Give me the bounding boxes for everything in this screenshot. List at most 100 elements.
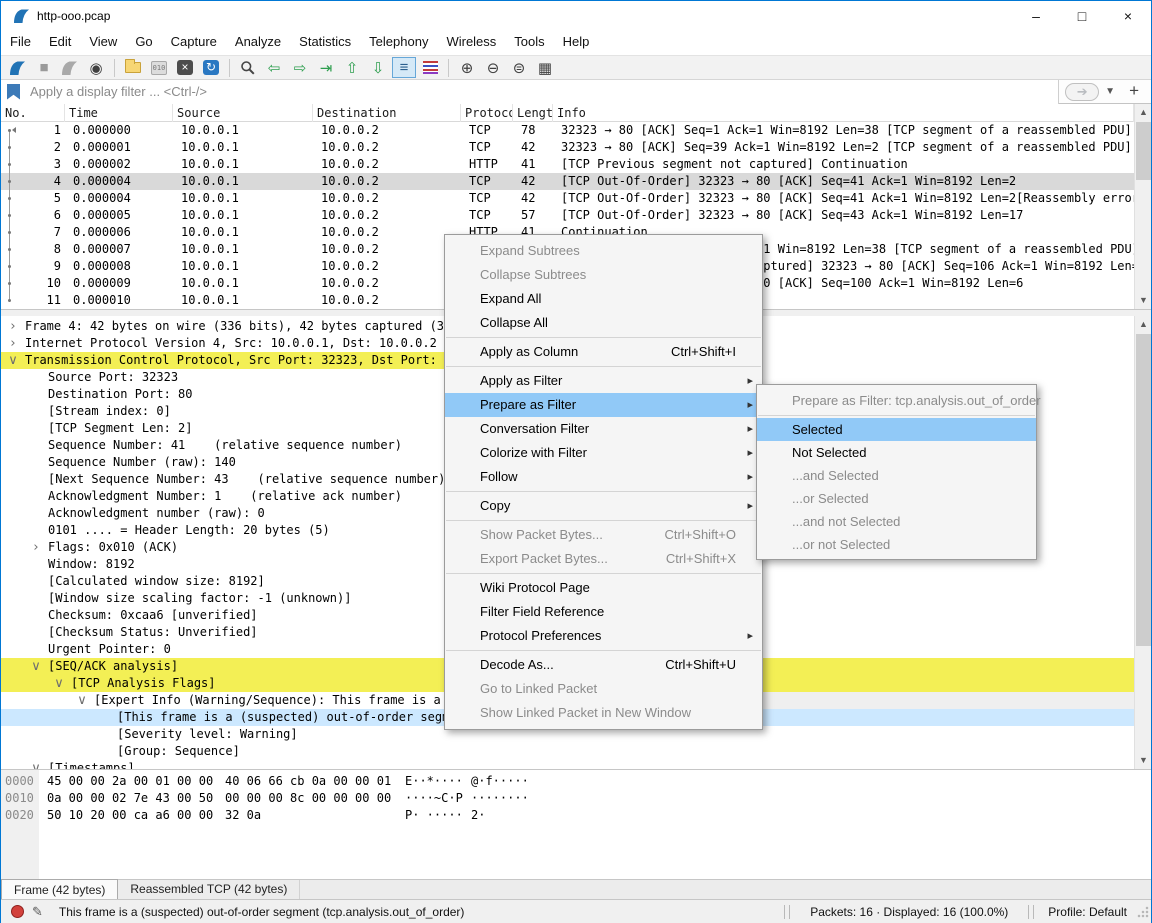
menu-go[interactable]: Go <box>126 31 161 52</box>
column-header-source[interactable]: Source <box>173 104 313 122</box>
save-file-icon[interactable]: 010 <box>147 57 171 78</box>
hex-row[interactable]: 00100a 00 00 02 7e 43 00 5000 00 00 8c 0… <box>1 790 1151 807</box>
display-filter-input[interactable] <box>28 83 1058 100</box>
menu-wireless[interactable]: Wireless <box>437 31 505 52</box>
scroll-up-icon[interactable]: ▲ <box>1135 104 1152 121</box>
filter-add-button[interactable]: + <box>1121 81 1145 103</box>
detail-text: Sequence Number (raw): 140 <box>48 455 236 469</box>
submenu-item-selected[interactable]: Selected <box>757 418 1036 441</box>
column-header-no[interactable]: No. <box>1 104 65 122</box>
zoom-in-icon[interactable]: ⊕ <box>455 57 479 78</box>
packet-row-3[interactable]: 30.00000210.0.0.110.0.0.2HTTP41[TCP Prev… <box>1 156 1136 173</box>
menu-analyze[interactable]: Analyze <box>226 31 290 52</box>
menu-item-apply-as-column[interactable]: Apply as ColumnCtrl+Shift+I <box>445 340 762 364</box>
reload-icon[interactable]: ↻ <box>199 57 223 78</box>
column-header-destination[interactable]: Destination <box>313 104 461 122</box>
hex-row[interactable]: 002050 10 20 00 ca a6 00 0032 0aP· ·····… <box>1 807 1151 824</box>
open-file-icon[interactable] <box>121 57 145 78</box>
packet-row-2[interactable]: 20.00000110.0.0.110.0.0.2TCP4232323 → 80… <box>1 139 1136 156</box>
packet-row-1[interactable]: 10.00000010.0.0.110.0.0.2TCP7832323 → 80… <box>1 122 1136 139</box>
menu-help[interactable]: Help <box>554 31 599 52</box>
filter-apply-arrow-icon[interactable]: ➔ <box>1065 83 1099 101</box>
capture-comment-icon[interactable]: ✎ <box>32 904 43 920</box>
menu-item-protocol-preferences[interactable]: Protocol Preferences▸ <box>445 624 762 648</box>
go-back-icon[interactable]: ⇦ <box>262 57 286 78</box>
scroll-up-icon[interactable]: ▲ <box>1135 316 1152 333</box>
menu-item-follow[interactable]: Follow▸ <box>445 465 762 489</box>
packet-bytes-pane[interactable]: 000045 00 00 2a 00 01 00 0040 06 66 cb 0… <box>1 770 1151 879</box>
menu-item-colorize-with-filter[interactable]: Colorize with Filter▸ <box>445 441 762 465</box>
scrollbar-thumb[interactable] <box>1136 334 1151 646</box>
filter-bookmark-icon[interactable] <box>7 84 20 100</box>
length-cell: 42 <box>513 139 553 156</box>
expanded-chevron-icon[interactable]: ∨ <box>7 352 19 369</box>
close-button[interactable]: × <box>1105 1 1151 31</box>
zoom-original-icon[interactable]: ⊜ <box>507 57 531 78</box>
menu-item-collapse-all[interactable]: Collapse All <box>445 311 762 335</box>
menu-telephony[interactable]: Telephony <box>360 31 437 52</box>
menu-item-copy[interactable]: Copy▸ <box>445 494 762 518</box>
menu-item-apply-as-filter[interactable]: Apply as Filter▸ <box>445 369 762 393</box>
scrollbar-thumb[interactable] <box>1136 122 1151 180</box>
menu-tools[interactable]: Tools <box>505 31 553 52</box>
start-capture-icon[interactable] <box>6 57 30 78</box>
detail-scrollbar[interactable]: ▲ ▼ <box>1134 316 1151 769</box>
go-forward-icon[interactable]: ⇨ <box>288 57 312 78</box>
collapsed-chevron-icon[interactable]: › <box>7 318 19 335</box>
packet-list-scrollbar[interactable]: ▲ ▼ <box>1134 104 1151 309</box>
stop-capture-icon[interactable]: ■ <box>32 57 56 78</box>
collapsed-chevron-icon[interactable]: › <box>7 335 19 352</box>
packet-list-header[interactable]: No.TimeSourceDestinationProtocolLengthIn… <box>1 104 1134 122</box>
menu-file[interactable]: File <box>1 31 40 52</box>
packet-row-6[interactable]: 60.00000510.0.0.110.0.0.2TCP57[TCP Out-O… <box>1 207 1136 224</box>
menu-statistics[interactable]: Statistics <box>290 31 360 52</box>
byte-tab-reassembled[interactable]: Reassembled TCP (42 bytes) <box>118 880 300 900</box>
menu-capture[interactable]: Capture <box>162 31 226 52</box>
filter-dropdown-icon[interactable]: ▼ <box>1099 86 1121 97</box>
packet-row-4[interactable]: 40.00000410.0.0.110.0.0.2TCP42[TCP Out-O… <box>1 173 1136 190</box>
packet-row-5[interactable]: 50.00000410.0.0.110.0.0.2TCP42[TCP Out-O… <box>1 190 1136 207</box>
go-first-packet-icon[interactable]: ⇧ <box>340 57 364 78</box>
display-filter-field[interactable] <box>1 80 1059 104</box>
menu-edit[interactable]: Edit <box>40 31 80 52</box>
menu-item-conversation-filter[interactable]: Conversation Filter▸ <box>445 417 762 441</box>
column-header-protocol[interactable]: Protocol <box>461 104 513 122</box>
maximize-button[interactable]: □ <box>1059 1 1105 31</box>
auto-scroll-icon[interactable]: ≡ <box>392 57 416 78</box>
hex-row[interactable]: 000045 00 00 2a 00 01 00 0040 06 66 cb 0… <box>1 773 1151 790</box>
restart-capture-icon[interactable] <box>58 57 82 78</box>
menu-item-show-packet-bytes: Show Packet Bytes...Ctrl+Shift+O <box>445 523 762 547</box>
byte-tab-frame[interactable]: Frame (42 bytes) <box>1 879 118 899</box>
colorize-icon[interactable] <box>418 57 442 78</box>
scroll-down-icon[interactable]: ▼ <box>1135 752 1152 769</box>
close-file-icon[interactable]: × <box>173 57 197 78</box>
go-last-packet-icon[interactable]: ⇩ <box>366 57 390 78</box>
column-header-info[interactable]: Info <box>553 104 1134 122</box>
resize-columns-icon[interactable]: ▦ <box>533 57 557 78</box>
expert-info-icon[interactable] <box>11 905 24 918</box>
minimize-button[interactable]: – <box>1013 1 1059 31</box>
menu-view[interactable]: View <box>80 31 126 52</box>
menu-item-wiki-protocol-page[interactable]: Wiki Protocol Page <box>445 576 762 600</box>
zoom-out-icon[interactable]: ⊖ <box>481 57 505 78</box>
scroll-down-icon[interactable]: ▼ <box>1135 292 1152 309</box>
find-packet-icon[interactable] <box>236 57 260 78</box>
menu-item-expand-all[interactable]: Expand All <box>445 287 762 311</box>
menu-item-filter-field-reference[interactable]: Filter Field Reference <box>445 600 762 624</box>
expanded-chevron-icon[interactable]: ∨ <box>30 760 42 769</box>
column-header-time[interactable]: Time <box>65 104 173 122</box>
menu-item-prepare-as-filter[interactable]: Prepare as Filter▸ <box>445 393 762 417</box>
menu-item-decode-as[interactable]: Decode As...Ctrl+Shift+U <box>445 653 762 677</box>
expanded-chevron-icon[interactable]: ∨ <box>53 675 65 692</box>
detail-line[interactable]: [Group: Sequence] <box>1 743 1136 760</box>
resize-grip[interactable] <box>1137 906 1149 918</box>
capture-options-icon[interactable]: ◉ <box>84 57 108 78</box>
expanded-chevron-icon[interactable]: ∨ <box>76 692 88 709</box>
submenu-item-not-selected[interactable]: Not Selected <box>757 441 1036 464</box>
collapsed-chevron-icon[interactable]: › <box>30 539 42 556</box>
column-header-length[interactable]: Length <box>513 104 553 122</box>
detail-line[interactable]: ∨[Timestamps] <box>1 760 1136 769</box>
go-to-packet-icon[interactable]: ⇥ <box>314 57 338 78</box>
expanded-chevron-icon[interactable]: ∨ <box>30 658 42 675</box>
profile-selector[interactable]: Profile: Default <box>1036 905 1137 919</box>
